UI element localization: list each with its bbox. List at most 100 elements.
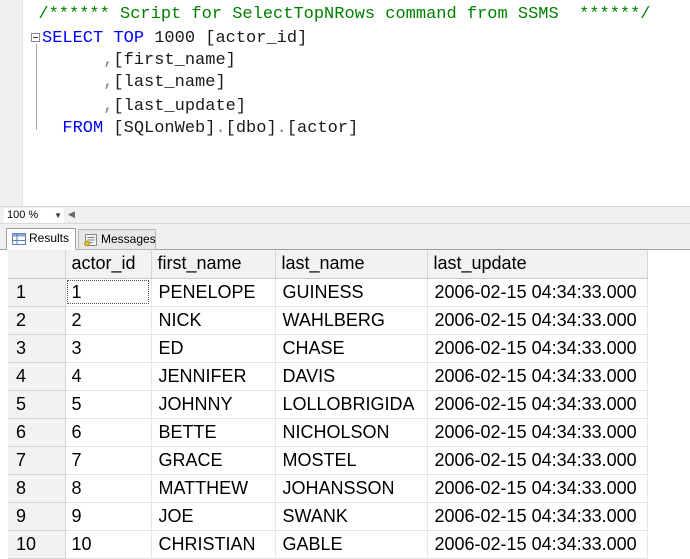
cell-last-name[interactable]: GABLE (275, 530, 428, 559)
cell-first-name[interactable]: JOE (151, 502, 276, 531)
table-row[interactable]: 10 10 CHRISTIAN GABLE 2006-02-15 04:34:33.00… (8, 530, 648, 559)
code-token: /****** Script for SelectTopNRows comman… (18, 5, 651, 24)
row-number[interactable]: 6 (8, 418, 66, 447)
cell-first-name[interactable]: GRACE (151, 446, 276, 475)
results-pane: actor_id first_name last_name last_updat… (0, 250, 690, 559)
row-number[interactable]: 8 (8, 474, 66, 503)
table-row[interactable]: 4 4 JENNIFER DAVIS 2006-02-15 04:34:33.000 (8, 362, 648, 391)
cell-first-name[interactable]: JENNIFER (151, 362, 276, 391)
cell-actor-id[interactable]: 3 (65, 334, 152, 363)
zoom-level-select[interactable]: 100 % ▼ (4, 208, 64, 223)
cell-last-update[interactable]: 2006-02-15 04:34:33.000 (427, 306, 648, 335)
tab-results[interactable]: Results (6, 228, 76, 250)
cell-last-update[interactable]: 2006-02-15 04:34:33.000 (427, 390, 648, 419)
tab-messages[interactable]: Messages (78, 229, 156, 250)
cell-first-name[interactable]: BETTE (151, 418, 276, 447)
grid-results-icon (12, 233, 26, 245)
row-number-header[interactable] (8, 250, 66, 279)
code-token: [actor] (286, 119, 359, 138)
cell-last-name[interactable]: JOHANSSON (275, 474, 428, 503)
code-token: . (215, 119, 226, 138)
code-token: , (103, 51, 114, 70)
cell-last-update[interactable]: 2006-02-15 04:34:33.000 (427, 334, 648, 363)
editor-gutter (0, 0, 23, 206)
cell-last-name[interactable]: MOSTEL (275, 446, 428, 475)
messages-icon (84, 234, 97, 246)
table-row[interactable]: 1 1 PENELOPE GUINESS 2006-02-15 04:34:33.000 (8, 278, 648, 307)
cell-last-name[interactable]: GUINESS (275, 278, 428, 307)
cell-actor-id[interactable]: 10 (65, 530, 152, 559)
results-grid: actor_id first_name last_name last_updat… (8, 250, 648, 559)
zoom-level-value: 100 % (7, 209, 39, 221)
table-row[interactable]: 9 9 JOE SWANK 2006-02-15 04:34:33.000 (8, 502, 648, 531)
cell-first-name[interactable]: MATTHEW (151, 474, 276, 503)
table-row[interactable]: 6 6 BETTE NICHOLSON 2006-02-15 04:34:33.000 (8, 418, 648, 447)
code-token: [dbo] (225, 119, 277, 138)
cell-last-name[interactable]: LOLLOBRIGIDA (275, 390, 428, 419)
cell-last-name[interactable]: DAVIS (275, 362, 428, 391)
cell-last-name[interactable]: WAHLBERG (275, 306, 428, 335)
table-row[interactable]: 5 5 JOHNNY LOLLOBRIGIDA 2006-02-15 04:34:33.… (8, 390, 648, 419)
result-tabs: Results Messages (0, 224, 690, 250)
row-number[interactable]: 5 (8, 390, 66, 419)
sql-editor[interactable]: /****** Script for SelectTopNRows comman… (0, 0, 690, 206)
grid-body: 1 1 PENELOPE GUINESS 2006-02-15 04:34:33.000… (8, 278, 648, 559)
column-header[interactable]: actor_id (65, 250, 152, 279)
cell-first-name[interactable]: CHRISTIAN (151, 530, 276, 559)
cell-actor-id[interactable]: 5 (65, 390, 152, 419)
tab-results-label: Results (29, 231, 70, 245)
row-number[interactable]: 10 (8, 530, 66, 559)
collapse-outline-icon[interactable] (31, 33, 40, 42)
table-row[interactable]: 2 2 NICK WAHLBERG 2006-02-15 04:34:33.000 (8, 306, 648, 335)
table-row[interactable]: 8 8 MATTHEW JOHANSSON 2006-02-15 04:34:33.00… (8, 474, 648, 503)
code-line[interactable]: ,[first_name] (42, 50, 236, 72)
table-row[interactable]: 3 3 ED CHASE 2006-02-15 04:34:33.000 (8, 334, 648, 363)
outline-guide-line (36, 44, 37, 130)
cell-actor-id[interactable]: 4 (65, 362, 152, 391)
cell-first-name[interactable]: NICK (151, 306, 276, 335)
cell-last-update[interactable]: 2006-02-15 04:34:33.000 (427, 502, 648, 531)
cell-actor-id[interactable]: 9 (65, 502, 152, 531)
column-header[interactable]: first_name (151, 250, 276, 279)
code-line[interactable]: /****** Script for SelectTopNRows comman… (18, 4, 651, 26)
code-line[interactable]: FROM [SQLonWeb].[dbo].[actor] (42, 118, 358, 140)
cell-last-update[interactable]: 2006-02-15 04:34:33.000 (427, 278, 648, 307)
cell-actor-id[interactable]: 1 (65, 278, 152, 307)
cell-first-name[interactable]: ED (151, 334, 276, 363)
code-line[interactable]: SELECT TOP 1000 [actor_id] (42, 28, 307, 50)
table-row[interactable]: 7 7 GRACE MOSTEL 2006-02-15 04:34:33.000 (8, 446, 648, 475)
cell-last-name[interactable]: SWANK (275, 502, 428, 531)
row-number[interactable]: 3 (8, 334, 66, 363)
code-token: [last_name] (113, 73, 226, 92)
cell-first-name[interactable]: JOHNNY (151, 390, 276, 419)
cell-last-name[interactable]: CHASE (275, 334, 428, 363)
row-number[interactable]: 4 (8, 362, 66, 391)
row-number[interactable]: 2 (8, 306, 66, 335)
cell-last-update[interactable]: 2006-02-15 04:34:33.000 (427, 474, 648, 503)
cell-last-update[interactable]: 2006-02-15 04:34:33.000 (427, 446, 648, 475)
cell-first-name[interactable]: PENELOPE (151, 278, 276, 307)
cell-last-update[interactable]: 2006-02-15 04:34:33.000 (427, 418, 648, 447)
code-token: [actor_id] (205, 29, 308, 48)
cell-actor-id[interactable]: 6 (65, 418, 152, 447)
row-number[interactable]: 1 (8, 278, 66, 307)
code-line[interactable]: ,[last_update] (42, 96, 246, 118)
row-number[interactable]: 9 (8, 502, 66, 531)
cell-last-update[interactable]: 2006-02-15 04:34:33.000 (427, 530, 648, 559)
code-token: . (276, 119, 287, 138)
code-token: 1000 (144, 29, 206, 48)
zoom-strip: 100 % ▼ ◀ (0, 206, 690, 224)
column-header[interactable]: last_update (427, 250, 648, 279)
cell-last-name[interactable]: NICHOLSON (275, 418, 428, 447)
code-token: SELECT (42, 29, 104, 48)
cell-last-update[interactable]: 2006-02-15 04:34:33.000 (427, 362, 648, 391)
cell-actor-id[interactable]: 8 (65, 474, 152, 503)
scroll-left-arrow-icon[interactable]: ◀ (68, 207, 75, 223)
column-header[interactable]: last_name (275, 250, 428, 279)
code-token: , (103, 97, 114, 116)
row-number[interactable]: 7 (8, 446, 66, 475)
cell-actor-id[interactable]: 2 (65, 306, 152, 335)
cell-actor-id[interactable]: 7 (65, 446, 152, 475)
code-line[interactable]: ,[last_name] (42, 72, 226, 94)
